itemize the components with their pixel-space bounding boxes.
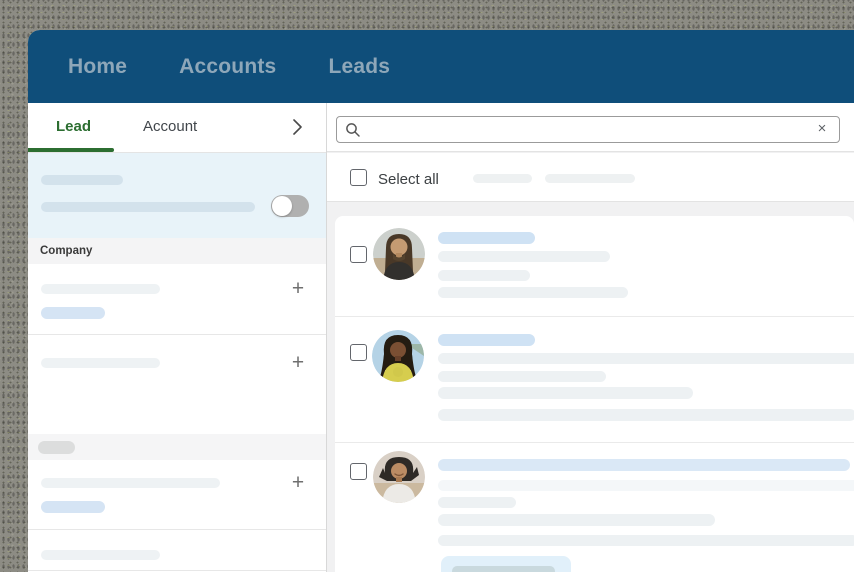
skeleton-bar (41, 478, 220, 488)
nav-item-accounts[interactable]: Accounts (179, 55, 276, 79)
skeleton-pill (545, 174, 635, 183)
filter-chip[interactable] (41, 501, 105, 513)
filter-section: + (28, 460, 326, 529)
skeleton-name (438, 459, 850, 471)
skeleton-line (438, 514, 715, 526)
tab-lead[interactable]: Lead (56, 118, 91, 135)
sidebar-tabbar: Lead Account (28, 103, 326, 153)
app-window: Home Accounts Leads Lead Account Company (28, 30, 854, 572)
avatar-man-dreadlocks[interactable] (372, 330, 424, 382)
skeleton-name (438, 334, 535, 346)
top-nav: Home Accounts Leads (28, 30, 854, 103)
search-input[interactable] (369, 118, 809, 141)
filter-chip[interactable] (41, 307, 105, 319)
action-button-skeleton[interactable] (441, 556, 571, 572)
row-checkbox[interactable] (350, 246, 367, 263)
plus-icon[interactable]: + (285, 471, 311, 497)
skeleton-line (438, 535, 854, 546)
active-tab-underline (28, 148, 114, 152)
skeleton-pill (452, 566, 555, 572)
filter-sidebar: Lead Account Company + + + (28, 103, 326, 572)
skeleton-line (438, 480, 854, 491)
skeleton-line (438, 387, 693, 399)
select-all-row: Select all (327, 153, 854, 202)
search-icon (346, 123, 360, 137)
search-box: × (336, 116, 840, 143)
company-section-header: Company (28, 238, 326, 264)
company-label: Company (40, 245, 93, 257)
select-all-checkbox[interactable] (350, 169, 367, 186)
avatar-woman-smiling[interactable] (373, 451, 425, 503)
skeleton-line (438, 270, 530, 281)
skeleton-line (438, 497, 516, 508)
filter-section: + (28, 335, 326, 393)
skeleton-pill (473, 174, 532, 183)
skeleton-bar (41, 550, 160, 560)
skeleton-line (438, 371, 606, 382)
list-item (335, 216, 854, 317)
chevron-right-icon[interactable] (286, 116, 308, 138)
plus-icon[interactable]: + (285, 277, 311, 303)
desktop-background: Home Accounts Leads Lead Account Company (0, 0, 854, 572)
saved-search-panel (28, 153, 326, 238)
skeleton-line (438, 251, 610, 262)
sidebar-subheader (28, 434, 326, 460)
select-all-label: Select all (378, 171, 439, 188)
clear-search-icon[interactable]: × (813, 120, 831, 138)
skeleton-pill (38, 441, 75, 454)
toggle-knob (272, 196, 292, 216)
list-item (335, 317, 854, 443)
filter-toggle-off[interactable] (271, 195, 309, 217)
results-pane: × Select all (327, 103, 854, 572)
row-checkbox[interactable] (350, 463, 367, 480)
avatar-man-long-hair[interactable] (373, 228, 425, 280)
skeleton-bar (41, 202, 255, 212)
list-item (335, 443, 854, 572)
nav-item-leads[interactable]: Leads (328, 55, 390, 79)
skeleton-name (438, 232, 535, 244)
row-checkbox[interactable] (350, 344, 367, 361)
skeleton-bar (41, 358, 160, 368)
tab-account[interactable]: Account (143, 118, 197, 135)
filter-section (28, 530, 326, 570)
search-row: × (327, 103, 854, 152)
skeleton-bar (41, 175, 123, 185)
nav-item-home[interactable]: Home (68, 55, 127, 79)
skeleton-line (438, 409, 854, 421)
results-card (335, 216, 854, 572)
skeleton-bar (41, 284, 160, 294)
skeleton-line (438, 353, 854, 364)
filter-section: + (28, 264, 326, 334)
plus-icon[interactable]: + (285, 351, 311, 377)
skeleton-line (438, 287, 628, 298)
